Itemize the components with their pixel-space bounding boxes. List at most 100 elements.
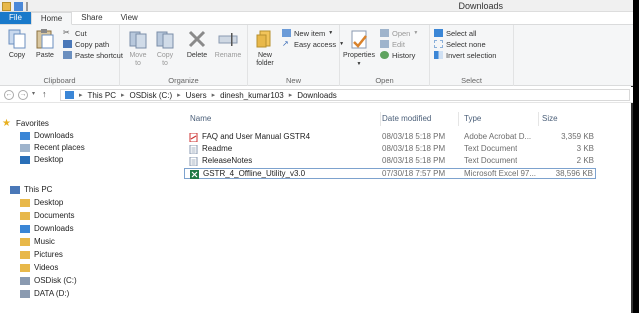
easy-access-button[interactable]: ↗ Easy access ▼ bbox=[282, 39, 344, 49]
file-size: 2 KB bbox=[576, 156, 594, 165]
rename-button[interactable]: Rename bbox=[213, 28, 243, 60]
new-item-button[interactable]: New item ▼ bbox=[282, 28, 333, 38]
new-folder-button[interactable]: New folder bbox=[250, 28, 280, 68]
paste-button[interactable]: Paste bbox=[30, 28, 60, 60]
up-button[interactable]: ↑ bbox=[42, 89, 47, 99]
new-folder-label: New bbox=[257, 52, 272, 59]
nav-item-desktop-pc[interactable]: Desktop bbox=[20, 197, 63, 208]
nav-item-pictures[interactable]: Pictures bbox=[20, 249, 63, 260]
move-to-label: Move bbox=[129, 52, 147, 59]
file-name: ReleaseNotes bbox=[202, 156, 253, 165]
navigation-pane: ★ Favorites Downloads Recent places Desk… bbox=[0, 104, 180, 313]
recent-places-icon bbox=[20, 143, 30, 152]
organize-group: Move to Copy to Delete Rename Organize bbox=[120, 25, 248, 86]
move-to-label-2: to bbox=[135, 60, 141, 67]
column-header-date[interactable]: Date modified bbox=[382, 114, 431, 126]
delete-button[interactable]: Delete bbox=[182, 28, 212, 60]
nav-item-music[interactable]: Music bbox=[20, 236, 55, 247]
tab-file[interactable]: File bbox=[0, 12, 31, 24]
select-none-button[interactable]: Select none bbox=[434, 39, 486, 49]
desktop-icon bbox=[20, 155, 30, 164]
paste-shortcut-button[interactable]: Paste shortcut bbox=[63, 50, 123, 60]
nav-item-label: Pictures bbox=[34, 250, 63, 259]
videos-folder-icon bbox=[20, 263, 30, 272]
star-icon: ★ bbox=[2, 117, 11, 129]
invert-selection-button[interactable]: Invert selection bbox=[434, 50, 496, 60]
cut-button[interactable]: ✂ Cut bbox=[63, 28, 87, 38]
forward-arrow-icon: → bbox=[19, 91, 27, 98]
open-button[interactable]: Open ▼ bbox=[380, 28, 418, 38]
copy-button[interactable]: Copy bbox=[2, 28, 32, 60]
new-group: New folder New item ▼ ↗ Easy access ▼ Ne… bbox=[248, 25, 344, 86]
file-date: 08/03/18 5:18 PM bbox=[382, 132, 446, 141]
breadcrumb-this-pc[interactable]: This PC bbox=[88, 91, 116, 100]
address-bar-row: ← → ▾ ↑ ▸ This PC ▸ OSDisk (C:) ▸ Users … bbox=[0, 87, 633, 103]
copy-path-button[interactable]: Copy path bbox=[63, 39, 109, 49]
new-folder-label-2: folder bbox=[256, 60, 274, 67]
breadcrumb-downloads[interactable]: Downloads bbox=[297, 91, 337, 100]
file-row-selected[interactable]: GSTR_4_Offline_Utility_v3.0 07/30/18 7:5… bbox=[184, 168, 596, 179]
breadcrumb-osdisk[interactable]: OSDisk (C:) bbox=[129, 91, 172, 100]
file-row[interactable]: FAQ and User Manual GSTR4 08/03/18 5:18 … bbox=[184, 132, 596, 143]
open-label: Open bbox=[392, 28, 411, 38]
tab-home[interactable]: Home bbox=[30, 12, 73, 25]
delete-label: Delete bbox=[186, 52, 208, 59]
nav-item-label: DATA (D:) bbox=[34, 289, 70, 298]
nav-favorites[interactable]: ★ Favorites bbox=[2, 118, 49, 129]
nav-item-downloads-pc[interactable]: Downloads bbox=[20, 223, 74, 234]
new-folder-icon bbox=[256, 30, 271, 48]
recent-locations-button[interactable]: ▾ bbox=[32, 90, 35, 97]
column-divider[interactable] bbox=[458, 112, 459, 126]
breadcrumb-users[interactable]: Users bbox=[186, 91, 207, 100]
breadcrumb-separator: ▸ bbox=[79, 92, 83, 99]
dropdown-arrow-icon: ▼ bbox=[413, 30, 419, 36]
move-to-button[interactable]: Move to bbox=[123, 28, 153, 68]
nav-item-desktop[interactable]: Desktop bbox=[20, 154, 63, 165]
nav-item-data-drive[interactable]: DATA (D:) bbox=[20, 288, 69, 299]
copy-icon bbox=[8, 29, 26, 49]
nav-item-label: Videos bbox=[34, 263, 59, 272]
breadcrumb-user[interactable]: dinesh_kumar103 bbox=[220, 91, 284, 100]
column-header-type[interactable]: Type bbox=[464, 114, 481, 126]
downloads-folder-icon bbox=[20, 131, 30, 140]
properties-button[interactable]: Properties ▼ bbox=[342, 28, 376, 68]
forward-button[interactable]: → bbox=[18, 90, 28, 100]
copy-path-icon bbox=[63, 40, 72, 48]
column-divider[interactable] bbox=[538, 112, 539, 126]
file-row[interactable]: ReleaseNotes 08/03/18 5:18 PM Text Docum… bbox=[184, 156, 596, 167]
invert-selection-icon bbox=[434, 51, 443, 59]
column-header-name[interactable]: Name bbox=[190, 114, 211, 126]
nav-item-label: Documents bbox=[34, 211, 75, 220]
file-type: Text Document bbox=[464, 156, 518, 165]
nav-item-downloads[interactable]: Downloads bbox=[20, 130, 74, 141]
copy-to-button[interactable]: Copy to bbox=[150, 28, 180, 68]
column-header-size[interactable]: Size bbox=[542, 114, 558, 126]
nav-item-recent-places[interactable]: Recent places bbox=[20, 142, 85, 153]
tab-share[interactable]: Share bbox=[72, 12, 111, 24]
nav-item-osdisk[interactable]: OSDisk (C:) bbox=[20, 275, 77, 286]
title-bar: Downloads bbox=[0, 0, 633, 12]
explorer-window: Downloads File Home Share View Copy Past… bbox=[0, 0, 633, 313]
nav-item-documents[interactable]: Documents bbox=[20, 210, 74, 221]
move-to-icon bbox=[129, 31, 147, 49]
file-row[interactable]: Readme 08/03/18 5:18 PM Text Document 3 … bbox=[184, 144, 596, 155]
file-type: Text Document bbox=[464, 144, 518, 153]
select-all-label: Select all bbox=[446, 28, 477, 38]
open-icon bbox=[380, 29, 389, 37]
nav-item-videos[interactable]: Videos bbox=[20, 262, 58, 273]
invert-selection-label: Invert selection bbox=[446, 50, 497, 60]
select-all-button[interactable]: Select all bbox=[434, 28, 476, 38]
nav-this-pc[interactable]: This PC bbox=[10, 184, 52, 195]
downloads-folder-icon bbox=[20, 224, 30, 233]
back-button[interactable]: ← bbox=[4, 90, 14, 100]
file-name: GSTR_4_Offline_Utility_v3.0 bbox=[203, 169, 306, 178]
paste-label: Paste bbox=[36, 52, 54, 59]
column-divider[interactable] bbox=[380, 112, 381, 126]
chevron-down-icon: ▾ bbox=[32, 91, 36, 97]
edit-button[interactable]: Edit bbox=[380, 39, 405, 49]
file-size: 3 KB bbox=[576, 144, 594, 153]
address-box[interactable]: ▸ This PC ▸ OSDisk (C:) ▸ Users ▸ dinesh… bbox=[60, 89, 630, 101]
organize-group-label: Organize bbox=[168, 76, 199, 85]
history-button[interactable]: History bbox=[380, 50, 415, 60]
tab-view[interactable]: View bbox=[112, 12, 147, 24]
